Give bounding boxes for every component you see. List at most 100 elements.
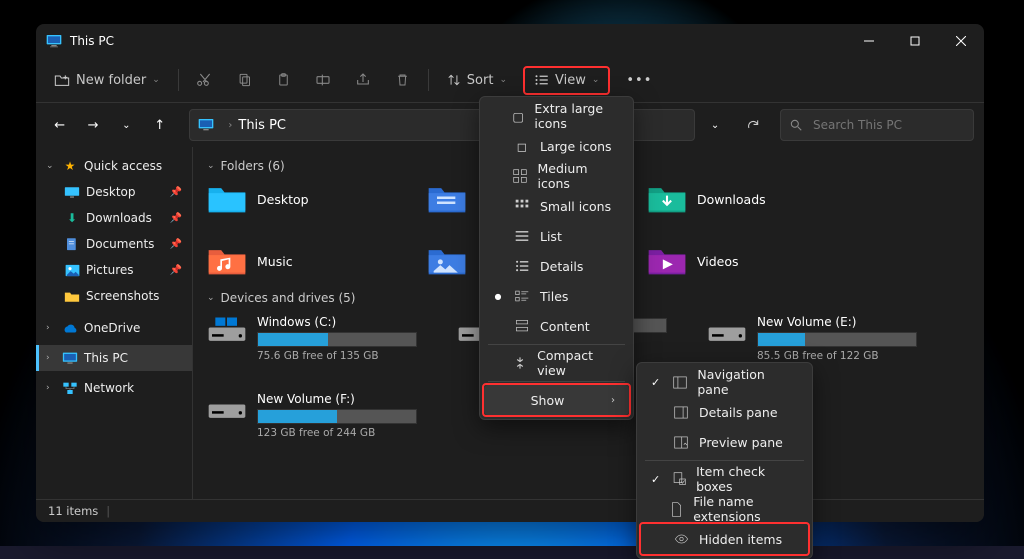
menu-medium-icons[interactable]: Medium icons [484,161,629,191]
drive-icon [207,315,247,345]
network-icon [62,380,78,396]
up-button[interactable]: ↑ [146,111,173,139]
details-pane-icon [673,404,689,420]
extra-large-icons-icon: ▢ [512,108,524,124]
downloads-folder-icon [647,183,687,215]
share-button[interactable] [347,66,379,94]
sidebar-onedrive[interactable]: ›OneDrive [36,315,192,341]
new-folder-button[interactable]: New folder ⌄ [46,67,168,94]
checkboxes-icon [672,471,686,487]
large-icons-icon: ◻ [514,138,530,154]
file-explorer-window: This PC New folder ⌄ Sort ⌄ View ⌄ [36,24,984,522]
drive-tile-c[interactable]: Windows (C:)75.6 GB free of 135 GB [207,315,427,362]
sidebar-item-pictures[interactable]: Pictures📌 [36,257,192,283]
search-input[interactable] [811,117,965,133]
chevron-down-icon: ⌄ [152,75,160,85]
sidebar-item-screenshots[interactable]: Screenshots [36,283,192,309]
menu-details[interactable]: Details [484,251,629,281]
onedrive-icon [62,320,78,336]
rename-button[interactable] [307,66,339,94]
submenu-navigation-pane[interactable]: ✓Navigation pane [641,367,808,397]
recent-button[interactable]: ⌄ [113,111,140,139]
new-folder-icon [54,73,70,87]
minimize-button[interactable] [846,24,892,58]
small-icons-icon [514,198,530,214]
folder-tile-videos[interactable]: Videos [647,245,837,277]
this-pc-icon [198,118,214,132]
star-icon: ★ [62,158,78,174]
submenu-item-check-boxes[interactable]: ✓Item check boxes [641,464,808,494]
cut-button[interactable] [189,66,221,94]
menu-small-icons[interactable]: Small icons [484,191,629,221]
pictures-icon [64,262,80,278]
menu-compact-view[interactable]: Compact view [484,348,629,378]
submenu-details-pane[interactable]: Details pane [641,397,808,427]
drive-icon [207,392,247,422]
content-icon [514,318,530,334]
music-folder-icon [207,245,247,277]
sort-button[interactable]: Sort ⌄ [439,67,515,94]
view-label: View [555,73,586,88]
dropdown-button[interactable]: ⌄ [701,111,728,139]
back-button[interactable]: ← [46,111,73,139]
view-icon [534,73,549,87]
menu-show[interactable]: Show› [484,385,629,415]
share-icon [355,72,371,88]
desktop-folder-icon [207,183,247,215]
menu-content[interactable]: Content [484,311,629,341]
titlebar: This PC [36,24,984,58]
folder-tile-downloads[interactable]: Downloads [647,183,837,215]
drive-tile-f[interactable]: New Volume (F:)123 GB free of 244 GB [207,392,427,439]
sidebar-this-pc[interactable]: ›This PC [36,345,192,371]
sidebar-item-documents[interactable]: Documents📌 [36,231,192,257]
sidebar-item-downloads[interactable]: ⬇Downloads📌 [36,205,192,231]
delete-button[interactable] [387,66,418,94]
file-extensions-icon [670,501,683,517]
more-button[interactable]: ••• [618,67,660,94]
view-button[interactable]: View ⌄ [523,66,610,95]
sidebar-item-desktop[interactable]: Desktop📌 [36,179,192,205]
menu-tiles[interactable]: ●Tiles [484,281,629,311]
paste-button[interactable] [268,66,299,94]
pin-icon: 📌 [170,213,182,224]
sidebar-quick-access[interactable]: ⌄★Quick access [36,153,192,179]
pin-icon: 📌 [170,239,182,250]
sort-label: Sort [467,73,494,88]
details-icon [514,258,530,274]
menu-large-icons[interactable]: ◻Large icons [484,131,629,161]
search-bar[interactable] [780,109,974,141]
delete-icon [395,72,410,88]
videos-folder-icon [647,245,687,277]
folder-tile-music[interactable]: Music [207,245,397,277]
sidebar-network[interactable]: ›Network [36,375,192,401]
preview-pane-icon [673,434,689,450]
window-title: This PC [70,34,114,48]
submenu-preview-pane[interactable]: Preview pane [641,427,808,457]
submenu-file-name-extensions[interactable]: File name extensions [641,494,808,524]
menu-list[interactable]: List [484,221,629,251]
folder-tile-desktop[interactable]: Desktop [207,183,397,215]
breadcrumb-current[interactable]: This PC [238,118,286,133]
this-pc-icon [62,350,78,366]
copy-button[interactable] [229,66,260,94]
desktop-icon [64,184,80,200]
hidden-items-icon [673,531,689,547]
sort-icon [447,73,461,87]
chevron-right-icon: › [228,120,232,131]
close-button[interactable] [938,24,984,58]
status-bar: 11 items | [36,499,984,522]
pin-icon: 📌 [170,265,182,276]
refresh-button[interactable] [739,110,768,140]
forward-button[interactable]: → [79,111,106,139]
navigation-pane-icon [672,374,687,390]
submenu-hidden-items[interactable]: Hidden items [641,524,808,554]
drive-tile-e[interactable]: New Volume (E:)85.5 GB free of 122 GB [707,315,927,362]
chevron-right-icon: › [611,395,615,406]
documents-icon [64,236,80,252]
menu-extra-large-icons[interactable]: ▢Extra large icons [484,101,629,131]
this-pc-icon [46,34,62,48]
maximize-button[interactable] [892,24,938,58]
view-menu: ▢Extra large icons ◻Large icons Medium i… [479,96,634,420]
cut-icon [197,72,213,88]
folder-icon [64,288,80,304]
